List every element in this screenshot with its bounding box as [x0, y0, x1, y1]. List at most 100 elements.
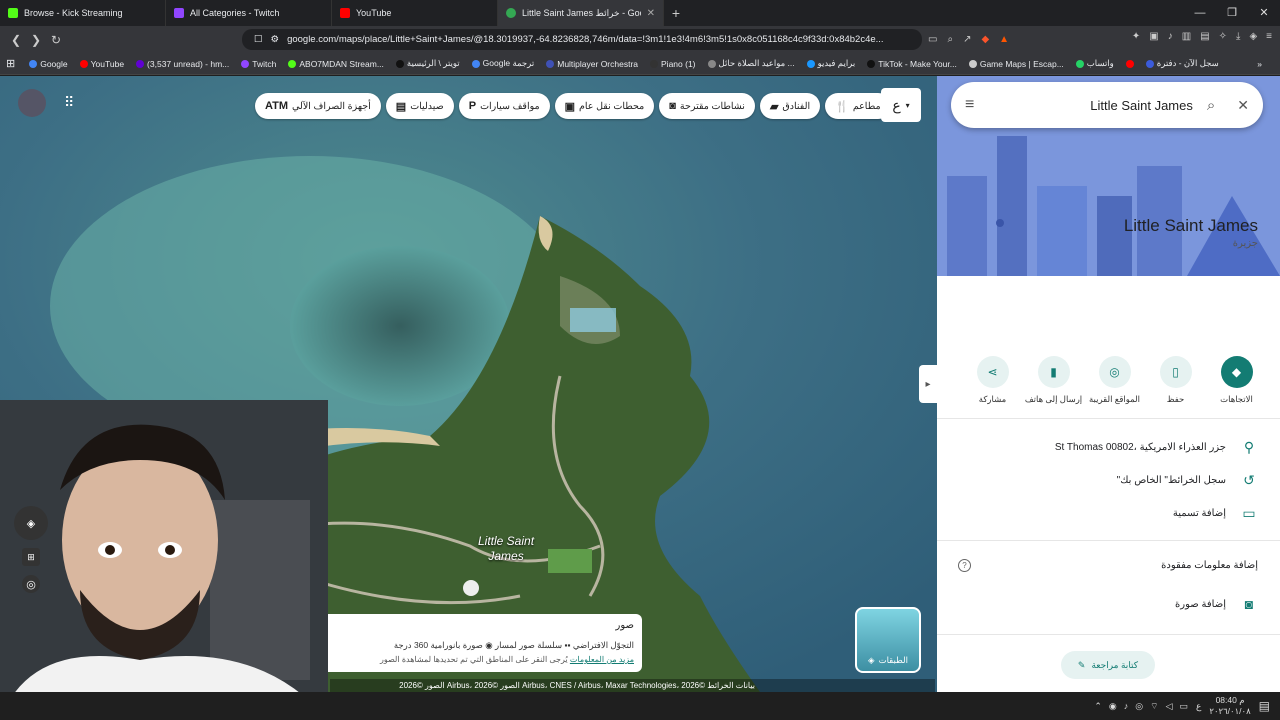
chip-pharmacies[interactable]: ▤ صيدليات — [385, 93, 454, 119]
vpn-icon[interactable]: ◈ — [1249, 31, 1257, 42]
directions-icon: ◆ — [1220, 356, 1253, 388]
wallet-icon[interactable]: ▤ — [1200, 31, 1209, 42]
pharmacy-icon: ▤ — [395, 100, 407, 113]
address-row[interactable]: ⚲ St Thomas 00802، جزر العذراء الامريكية — [937, 438, 1280, 456]
search-input[interactable]: Little Saint James — [974, 98, 1207, 113]
tray-expand-icon[interactable]: ⌃ — [1094, 701, 1102, 712]
chip-atm[interactable]: ATM أجهزة الصراف الآلي — [255, 93, 381, 119]
bookmark-tiktok[interactable]: TikTok - Make Your... — [863, 59, 961, 69]
reload-icon[interactable]: ↻ — [46, 33, 66, 47]
chevron-right-icon: ▸ — [925, 378, 931, 390]
bookmark-translate[interactable]: Google ترجمة — [468, 58, 539, 69]
bookmark-prime[interactable]: برايم فيديو — [803, 58, 860, 69]
directions-button[interactable]: ◆ الاتجاهات — [1206, 356, 1267, 405]
bookmark-twitter[interactable]: تويتر \ الرئيسية — [392, 58, 464, 69]
bookmark-mail[interactable]: (3,537 unread) - hm... — [132, 59, 233, 69]
tab-youtube[interactable]: YouTube — [332, 0, 498, 26]
translate-bookmark-icon — [471, 59, 480, 68]
tab-search-icon[interactable]: ▣ — [1149, 31, 1158, 42]
minimize-icon[interactable]: — — [1184, 0, 1216, 26]
keyboard-language[interactable]: ع — [1196, 701, 1201, 712]
tab-twitch[interactable]: All Categories - Twitch — [166, 0, 332, 26]
system-tray: ⌃ ◉ ♪ ◎ ⌔ ◁ ▭ — [1094, 701, 1188, 712]
music-icon[interactable]: ♪ — [1168, 31, 1173, 42]
write-review-button[interactable]: ✎ كتابة مراجعة — [1061, 651, 1155, 679]
bookmark-red[interactable] — [1122, 59, 1138, 68]
extension-puzzle-icon[interactable]: ✦ — [1132, 31, 1140, 42]
save-button[interactable]: ▯ حفظ — [1145, 356, 1206, 405]
brave-rewards-icon[interactable]: ▲ — [999, 34, 1009, 45]
my-location-icon[interactable]: ◎ — [22, 575, 40, 593]
help-icon[interactable]: ? — [958, 559, 971, 572]
back-icon[interactable]: ❮ — [6, 33, 26, 47]
phone-icon: ▮ — [1037, 356, 1070, 388]
add-missing-info-row[interactable]: إضافة معلومات مفقودة — [937, 556, 1280, 574]
search-box[interactable]: ≡ Little Saint James ⌕ ✕ — [951, 82, 1263, 128]
bookmark-google[interactable]: Google — [25, 59, 71, 69]
bookmark-star-icon[interactable]: ☐ — [254, 34, 263, 45]
menu-hamburger-icon[interactable]: ≡ — [965, 96, 974, 114]
layers-button[interactable]: ◈ الطبقات — [855, 607, 921, 673]
address-bar[interactable]: ☐ ⚙ google.com/maps/place/Little+Saint+J… — [242, 29, 922, 50]
chip-hotels[interactable]: ▰ الفنادق — [759, 93, 821, 119]
forward-icon[interactable]: ❯ — [26, 33, 46, 47]
collapse-panel-button[interactable]: ▸ — [919, 365, 937, 403]
share-page-icon[interactable]: ↗ — [963, 34, 971, 45]
chip-transit[interactable]: ▣ محطات نقل عام — [554, 93, 655, 119]
discord-tray-icon[interactable]: ◉ — [1109, 701, 1117, 712]
ai-icon[interactable]: ✧ — [1219, 31, 1227, 42]
bookmark-gamemaps[interactable]: Game Maps | Escap... — [965, 59, 1068, 69]
zoom-icon[interactable]: ⌕ — [947, 34, 953, 45]
wifi-tray-icon[interactable]: ⌔ — [1150, 701, 1158, 712]
sidebar-icon[interactable]: ▥ — [1182, 31, 1191, 42]
apps-grid-icon[interactable]: ⊞ — [6, 57, 15, 70]
battery-tray-icon[interactable]: ▭ — [1180, 701, 1189, 712]
clock[interactable]: 08:40 م ٢٠٢٦/٠١/٠٨ — [1209, 695, 1250, 717]
close-window-icon[interactable]: ✕ — [1248, 0, 1280, 26]
download-icon[interactable]: ⤓ — [1236, 31, 1240, 42]
bookmark-prayer[interactable]: مواعيد الصلاة حائل ... — [704, 58, 799, 69]
tab-kick[interactable]: Browse - Kick Streaming — [0, 0, 166, 26]
add-photo-row[interactable]: ◙ إضافة صورة — [937, 595, 1280, 613]
bookmark-whatsapp[interactable]: واتساب — [1072, 58, 1118, 69]
share-button[interactable]: ⋖ مشاركة — [962, 356, 1023, 405]
maps-history-row[interactable]: ↺ "سجل الخرائط" الخاص بك — [937, 471, 1280, 489]
bookmark-daftra[interactable]: سجل الآن - دفترة — [1142, 58, 1223, 69]
google-apps-icon[interactable]: ⠿ — [64, 94, 74, 111]
restore-icon[interactable]: ❐ — [1216, 0, 1248, 26]
bookmark-twitch[interactable]: Twitch — [237, 59, 280, 69]
more-info-link[interactable]: مزيد من المعلومات — [570, 655, 634, 664]
site-settings-icon[interactable]: ⚙ — [271, 34, 280, 45]
google-bookmark-icon — [29, 59, 38, 68]
close-tab-icon[interactable]: ✕ — [647, 8, 655, 19]
grid-view-icon[interactable]: ⊞ — [22, 548, 40, 566]
more-bookmarks-icon[interactable]: » — [1257, 59, 1262, 69]
new-tab-button[interactable]: + — [664, 5, 688, 21]
volume-tray-icon[interactable]: ◁ — [1166, 701, 1173, 712]
bookmark-piano[interactable]: Piano (1) — [646, 59, 700, 69]
nearby-button[interactable]: ◎ المواقع القريبة — [1084, 356, 1145, 405]
place-map-label[interactable]: Little Saint James — [478, 534, 534, 564]
chip-parking[interactable]: P مواقف سيارات — [458, 93, 550, 119]
bookmark-youtube[interactable]: YouTube — [76, 59, 128, 69]
tab-strip: Browse - Kick Streaming All Categories -… — [0, 0, 1280, 26]
steam-tray-icon[interactable]: ◎ — [1135, 701, 1143, 712]
brave-shield-icon[interactable]: ◆ — [981, 34, 989, 45]
history-icon: ↺ — [1243, 471, 1255, 488]
search-icon[interactable]: ⌕ — [1207, 97, 1215, 114]
transit-icon: ▣ — [564, 100, 576, 113]
input-language-button[interactable]: ع ▾ — [881, 88, 921, 122]
mic-tray-icon[interactable]: ♪ — [1124, 701, 1129, 712]
cast-icon[interactable]: ▭ — [928, 34, 937, 45]
bookmark-orchestra[interactable]: Multiplayer Orchestra — [542, 59, 642, 69]
add-label-row[interactable]: ▭ إضافة تسمية — [937, 504, 1280, 522]
notifications-icon[interactable]: ▤ — [1259, 699, 1270, 713]
photos-legend: صور التجوّل الافتراضي ▪▪ سلسلة صور لمسار… — [298, 614, 642, 672]
menu-icon[interactable]: ≡ — [1266, 31, 1272, 42]
bookmark-kick-stream[interactable]: ABO7MDAN Stream... — [284, 59, 388, 69]
send-to-phone-button[interactable]: ▮ إرسال إلى هاتف — [1023, 356, 1084, 405]
compass-icon[interactable]: ◈ — [14, 506, 48, 540]
tab-google-maps[interactable]: Little Saint James خرائط - Google✕ — [498, 0, 664, 26]
chip-activities[interactable]: ◙ نشاطات مقترحة — [659, 93, 755, 119]
clear-search-icon[interactable]: ✕ — [1237, 97, 1249, 114]
